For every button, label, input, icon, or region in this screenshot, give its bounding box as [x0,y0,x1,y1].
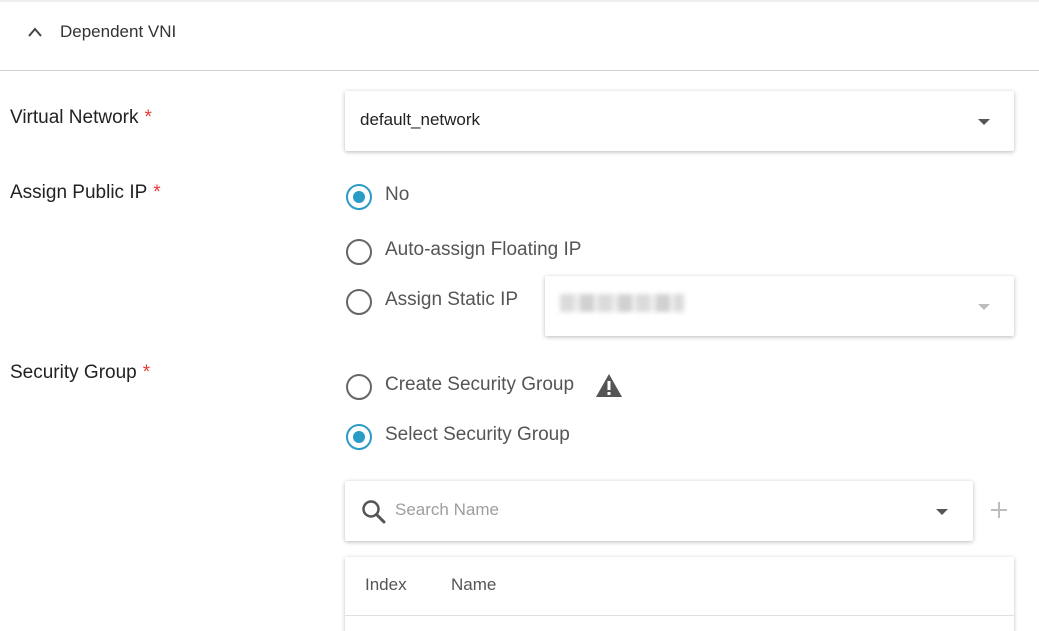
radio-label-select-security-group: Select Security Group [385,424,570,445]
radio-auto-assign-floating-ip[interactable] [346,239,372,265]
blurred-ip-value [560,294,684,312]
radio-select-security-group[interactable] [346,424,372,450]
radio-label-create-security-group: Create Security Group [385,374,575,395]
search-input[interactable] [395,494,915,526]
chevron-down-icon[interactable] [978,119,990,125]
table-header-row: Index Name [345,557,1014,616]
static-ip-select[interactable] [545,276,1014,336]
radio-label-assign-static-ip: Assign Static IP [385,289,519,310]
required-mark: * [142,362,151,383]
radio-create-security-group[interactable] [346,374,372,400]
column-header-name[interactable]: Name [451,575,496,595]
security-group-label: Security Group * [10,362,151,383]
required-mark: * [144,107,152,128]
dependent-vni-section-header[interactable]: Dependent VNI [0,0,1039,71]
search-icon [362,500,386,524]
page: Dependent VNI Virtual Network * default_n… [0,0,1039,631]
radio-assign-static-ip[interactable] [346,289,372,315]
section-title: Dependent VNI [60,22,177,41]
assign-public-ip-label: Assign Public IP * [10,182,161,203]
required-mark: * [153,182,161,203]
radio-label-auto-assign-floating-ip: Auto-assign Floating IP [385,239,582,260]
security-group-search[interactable] [345,481,973,541]
virtual-network-value: default_network [360,110,481,129]
radio-no[interactable] [346,184,372,210]
virtual-network-label: Virtual Network * [10,107,152,128]
security-group-table: Index Name [345,557,1014,631]
column-header-index[interactable]: Index [365,575,407,595]
add-security-group-button[interactable] [986,497,1012,523]
warning-icon[interactable] [595,373,623,398]
radio-label-no: No [385,184,410,205]
plus-icon [991,502,1007,518]
chevron-down-icon[interactable] [936,509,948,515]
chevron-up-icon[interactable] [27,26,43,38]
virtual-network-select[interactable]: default_network [345,91,1014,151]
chevron-down-icon[interactable] [978,304,990,310]
